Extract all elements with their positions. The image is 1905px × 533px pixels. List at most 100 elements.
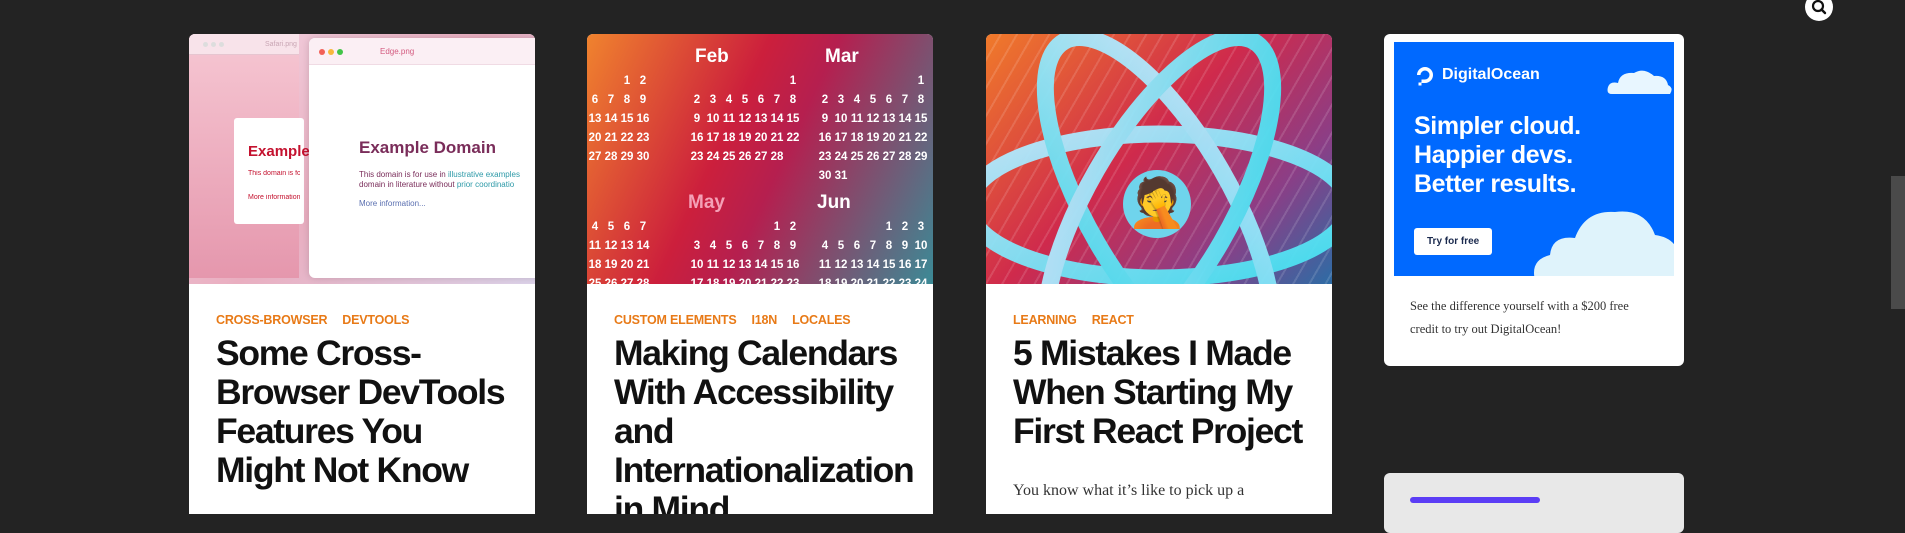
svg-text:1: 1 [624, 75, 631, 87]
svg-text:10: 10 [691, 259, 704, 271]
tag-list: CUSTOM ELEMENTS I18N LOCALES [614, 313, 865, 327]
search-button[interactable] [1805, 0, 1833, 21]
svg-text:6: 6 [854, 240, 860, 252]
svg-text:7: 7 [640, 221, 646, 233]
svg-text:26: 26 [739, 151, 752, 163]
svg-text:18: 18 [589, 259, 602, 271]
svg-text:28: 28 [637, 278, 650, 284]
svg-text:16: 16 [899, 259, 912, 271]
tag-link[interactable]: CROSS-BROWSER [216, 313, 327, 327]
svg-text:1: 1 [886, 221, 893, 233]
example-heading: Example [248, 143, 310, 160]
svg-text:6: 6 [624, 221, 630, 233]
svg-text:24: 24 [835, 151, 848, 163]
svg-text:6: 6 [592, 94, 598, 106]
scrollbar-thumb[interactable] [1891, 176, 1905, 309]
svg-text:1: 1 [918, 75, 925, 87]
secondary-ad[interactable] [1384, 473, 1684, 533]
example-box: Example This domain is for use in More i… [234, 118, 310, 224]
svg-text:29: 29 [915, 151, 928, 163]
svg-text:15: 15 [621, 113, 634, 125]
svg-text:17: 17 [915, 259, 928, 271]
svg-text:13: 13 [589, 113, 602, 125]
svg-text:12: 12 [867, 113, 880, 125]
ad-description[interactable]: See the difference yourself with a $200 … [1410, 295, 1660, 341]
svg-text:3: 3 [710, 94, 716, 106]
article-thumbnail: 1234567891011121314151617181920212223242… [587, 34, 933, 284]
svg-text:2: 2 [694, 94, 700, 106]
svg-text:31: 31 [835, 170, 848, 182]
article-thumbnail: 🤦 [986, 34, 1332, 284]
svg-text:14: 14 [755, 259, 768, 271]
svg-text:12: 12 [605, 240, 618, 252]
svg-text:30: 30 [819, 170, 832, 182]
svg-text:18: 18 [707, 278, 720, 284]
svg-text:7: 7 [608, 94, 614, 106]
article-card[interactable]: 1234567891011121314151617181920212223242… [587, 34, 933, 514]
tab-label: Edge.png [380, 47, 415, 56]
svg-text:19: 19 [723, 278, 736, 284]
svg-text:21: 21 [899, 132, 912, 144]
svg-text:5: 5 [726, 240, 733, 252]
svg-text:4: 4 [592, 221, 599, 233]
svg-text:15: 15 [771, 259, 784, 271]
svg-text:15: 15 [787, 113, 800, 125]
example-body: This domain is for use in [248, 170, 300, 177]
svg-text:25: 25 [589, 278, 602, 284]
month-label: Jun [817, 192, 851, 213]
svg-text:2: 2 [902, 221, 908, 233]
svg-text:3: 3 [694, 240, 700, 252]
tag-link[interactable]: REACT [1092, 313, 1134, 327]
svg-text:3: 3 [838, 94, 844, 106]
svg-text:28: 28 [605, 151, 618, 163]
svg-text:13: 13 [755, 113, 768, 125]
svg-text:6: 6 [758, 94, 764, 106]
cloud-icon [1607, 70, 1672, 94]
article-card[interactable]: Safari.png Example This domain is for us… [189, 34, 535, 514]
svg-text:27: 27 [621, 278, 634, 284]
article-thumbnail: Safari.png Example This domain is for us… [189, 34, 535, 284]
svg-text:11: 11 [819, 259, 832, 271]
tag-link[interactable]: DEVTOOLS [342, 313, 409, 327]
svg-text:11: 11 [589, 240, 602, 252]
svg-text:22: 22 [787, 132, 800, 144]
sponsor-ad[interactable]: DigitalOcean Simpler cloud. Happier devs… [1384, 34, 1684, 366]
svg-text:16: 16 [691, 132, 704, 144]
svg-text:20: 20 [851, 278, 864, 284]
svg-text:22: 22 [883, 278, 896, 284]
article-card[interactable]: 🤦 LEARNING REACT 5 Mistakes I Made When S… [986, 34, 1332, 514]
tag-link[interactable]: I18N [751, 313, 777, 327]
svg-text:10: 10 [835, 113, 848, 125]
svg-text:27: 27 [755, 151, 768, 163]
svg-text:21: 21 [771, 132, 784, 144]
tag-link[interactable]: LEARNING [1013, 313, 1077, 327]
svg-text:23: 23 [691, 151, 704, 163]
article-title[interactable]: 5 Mistakes I Made When Starting My First… [1013, 334, 1313, 451]
tag-list: LEARNING REACT [1013, 313, 1149, 327]
svg-text:21: 21 [637, 259, 650, 271]
svg-text:27: 27 [883, 151, 896, 163]
svg-text:14: 14 [605, 113, 618, 125]
svg-text:1: 1 [790, 75, 797, 87]
svg-text:22: 22 [915, 132, 928, 144]
article-title[interactable]: Some Cross-Browser DevTools Features You… [216, 334, 516, 490]
svg-text:13: 13 [621, 240, 634, 252]
try-for-free-button[interactable]: Try for free [1414, 228, 1493, 255]
svg-text:15: 15 [883, 259, 896, 271]
svg-text:9: 9 [640, 94, 646, 106]
svg-text:12: 12 [835, 259, 848, 271]
svg-text:8: 8 [790, 94, 797, 106]
svg-text:23: 23 [899, 278, 912, 284]
tag-link[interactable]: LOCALES [792, 313, 851, 327]
svg-text:7: 7 [870, 240, 876, 252]
svg-text:24: 24 [915, 278, 928, 284]
svg-text:15: 15 [915, 113, 928, 125]
svg-text:13: 13 [851, 259, 864, 271]
tag-link[interactable]: CUSTOM ELEMENTS [614, 313, 737, 327]
svg-text:24: 24 [707, 151, 720, 163]
svg-text:4: 4 [726, 94, 733, 106]
ad-banner[interactable]: DigitalOcean Simpler cloud. Happier devs… [1394, 42, 1674, 276]
svg-text:14: 14 [637, 240, 650, 252]
article-title[interactable]: Making Calendars With Accessibility and … [614, 334, 915, 515]
tab-label: Safari.png [265, 41, 297, 48]
